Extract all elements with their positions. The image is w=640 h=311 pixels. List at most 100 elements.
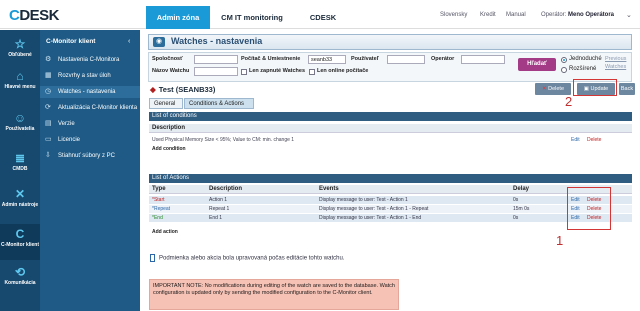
action-row[interactable]: * End End 1 Display message to user: Tes… — [149, 214, 632, 222]
collapse-icon[interactable]: ‹ — [128, 38, 130, 45]
action-events: Display message to user: Test - Action 1… — [319, 206, 429, 212]
delete-label: Delete — [548, 86, 565, 92]
delete-link[interactable]: Delete — [587, 136, 601, 144]
gear-icon: ⚙ — [45, 56, 52, 63]
page-title: Watches - nastavenia — [171, 36, 263, 46]
actions-column-headers: Type Description Events Delay — [149, 185, 632, 194]
action-row[interactable]: * Start Action 1 Display message to user… — [149, 196, 632, 204]
col-delay: Delay — [513, 186, 530, 192]
submenu-item-licenses[interactable]: ▭ Licencie — [40, 134, 140, 146]
submenu-item-download[interactable]: ⇩ Stiahnuť súbory z PC — [40, 150, 140, 162]
action-type: * End — [152, 215, 163, 221]
condition-row[interactable]: Used Physical Memory Size < 95%; Value t… — [149, 136, 632, 144]
back-button[interactable]: Back — [619, 83, 635, 95]
top-bar: CDESK Admin zóna CM IT monitoring CDESK … — [0, 0, 640, 29]
submenu-item-schedules[interactable]: ▦ Rozvrhy a stav úloh — [40, 70, 140, 82]
action-delay: 0s — [513, 197, 519, 203]
tab-general[interactable]: General — [149, 98, 183, 109]
col-description: Description — [209, 186, 243, 192]
action-description: Repeat 1 — [209, 206, 230, 212]
submenu-item-versions[interactable]: ▤ Verzie — [40, 118, 140, 130]
company-label: Spoločnosť — [152, 56, 183, 62]
search-button[interactable]: Hľadať — [518, 58, 556, 71]
users-icon: ☺ — [13, 111, 27, 125]
legend-swatch — [150, 254, 155, 262]
submenu-label: Watches - nastavenia — [58, 89, 116, 95]
previous-watches-link[interactable]: Previous — [605, 56, 626, 62]
communication-icon: ⟲ — [14, 265, 26, 279]
annotation-number-2: 2 — [565, 94, 573, 109]
cmonitor-icon: C — [15, 227, 25, 241]
only-enabled-label: Len zapnuté Watches — [249, 68, 306, 74]
previous-watches-link-2[interactable]: Watches — [605, 64, 626, 70]
condition-description: Used Physical Memory Size < 95%; Value t… — [152, 137, 295, 143]
action-delay: 15m 0s — [513, 206, 530, 212]
computer-input[interactable]: seanb33 — [308, 55, 346, 64]
sidebar-label: Komunikácia — [4, 280, 36, 286]
submenu-item-watches[interactable]: ◷ Watches - nastavenia — [40, 86, 140, 98]
watch-name-label: Názov Watchu — [152, 68, 190, 74]
user-label: Používateľ — [351, 56, 379, 62]
tab-conditions-actions[interactable]: Conditions & Actions — [184, 98, 254, 109]
edit-link[interactable]: Edit — [571, 136, 580, 144]
manual-link[interactable]: Manual — [506, 12, 526, 18]
operator-label: Operátor — [431, 56, 455, 62]
page-header: ◉ Watches - nastavenia — [148, 34, 632, 50]
database-icon: ≣ — [14, 151, 26, 165]
sidebar-users[interactable]: ☺ Používatelia — [0, 112, 40, 132]
chevron-down-icon[interactable]: ⌄ — [626, 11, 632, 19]
logo-text: DESK — [19, 7, 60, 24]
cdesk-logo[interactable]: CDESK — [9, 7, 60, 24]
nav-admin-zone[interactable]: Admin zóna — [146, 6, 210, 29]
sidebar-main-menu[interactable]: ⌂ Hlavné menu — [0, 70, 40, 90]
calendar-icon: ▦ — [45, 72, 52, 79]
sidebar-admin-tools[interactable]: ✕ Admin nástroje — [0, 188, 40, 208]
annotation-box-2 — [573, 79, 617, 96]
only-online-checkbox[interactable] — [309, 69, 315, 75]
submenu-panel: C-Monitor klient ‹ ⚙ Nastavenia C-Monitor… — [40, 30, 140, 311]
sidebar-label: Admin nástroje — [1, 202, 39, 208]
watch-name-input[interactable] — [194, 67, 238, 76]
sidebar-label: CMDB — [12, 166, 28, 172]
sidebar-cmdb[interactable]: ≣ CMDB — [0, 152, 40, 172]
operator-name[interactable]: Meno Operátora — [568, 12, 614, 18]
simple-radio[interactable] — [561, 57, 567, 63]
action-events: Display message to user: Test - Action 1… — [319, 215, 422, 221]
submenu-item-settings[interactable]: ⚙ Nastavenia C-Monitora — [40, 54, 140, 66]
user-input[interactable] — [387, 55, 425, 64]
action-type: * Start — [152, 197, 165, 203]
submenu-item-update[interactable]: ⟳ Aktualizácia C-Monitor klienta — [40, 102, 140, 114]
advanced-label: Rozšírené — [569, 66, 597, 72]
operator-label: Operátor: — [541, 12, 567, 18]
advanced-radio[interactable] — [561, 67, 567, 73]
sidebar-communication[interactable]: ⟲ Komunikácia — [0, 266, 40, 286]
actions-header: List of Actions — [149, 174, 632, 183]
watch-icon: ◉ — [153, 37, 165, 47]
company-input[interactable] — [194, 55, 238, 64]
add-condition-link[interactable]: Add condition — [149, 146, 632, 152]
watch-title: ◆ Test (SEANB33) — [150, 85, 215, 94]
action-row[interactable]: * Repeat Repeat 1 Display message to use… — [149, 205, 632, 213]
operator-input[interactable] — [461, 55, 505, 64]
sidebar-favorites[interactable]: ☆ Obľúbené — [0, 38, 40, 58]
credit-link[interactable]: Kredit — [480, 12, 496, 18]
refresh-icon: ⟳ — [45, 104, 51, 111]
submenu-label: Nastavenia C-Monitora — [58, 57, 120, 63]
only-enabled-checkbox[interactable] — [241, 69, 247, 75]
action-description: Action 1 — [209, 197, 228, 203]
tools-icon: ✕ — [14, 187, 26, 201]
sidebar-cmonitor[interactable]: C C-Monitor klient — [0, 224, 40, 260]
computer-label: Počítač & Umiestnenie — [241, 56, 301, 62]
download-icon: ⇩ — [45, 152, 51, 159]
nav-cm-it-monitoring[interactable]: CM IT monitoring — [212, 6, 292, 29]
sidebar-label: Hlavné menu — [4, 84, 36, 90]
language-link[interactable]: Slovensky — [440, 12, 467, 18]
nav-cdesk[interactable]: CDESK — [300, 6, 346, 29]
submenu-label: Stiahnuť súbory z PC — [58, 153, 115, 159]
col-events: Events — [319, 186, 339, 192]
conditions-section: List of conditions Description Used Phys… — [149, 112, 632, 152]
submenu-label: Rozvrhy a stav úloh — [58, 73, 111, 79]
important-note: IMPORTANT NOTE: No modifications during … — [149, 279, 399, 310]
action-delay: 0s — [513, 215, 519, 221]
main-content: ◉ Watches - nastavenia Spoločnosť Počíta… — [140, 30, 640, 311]
